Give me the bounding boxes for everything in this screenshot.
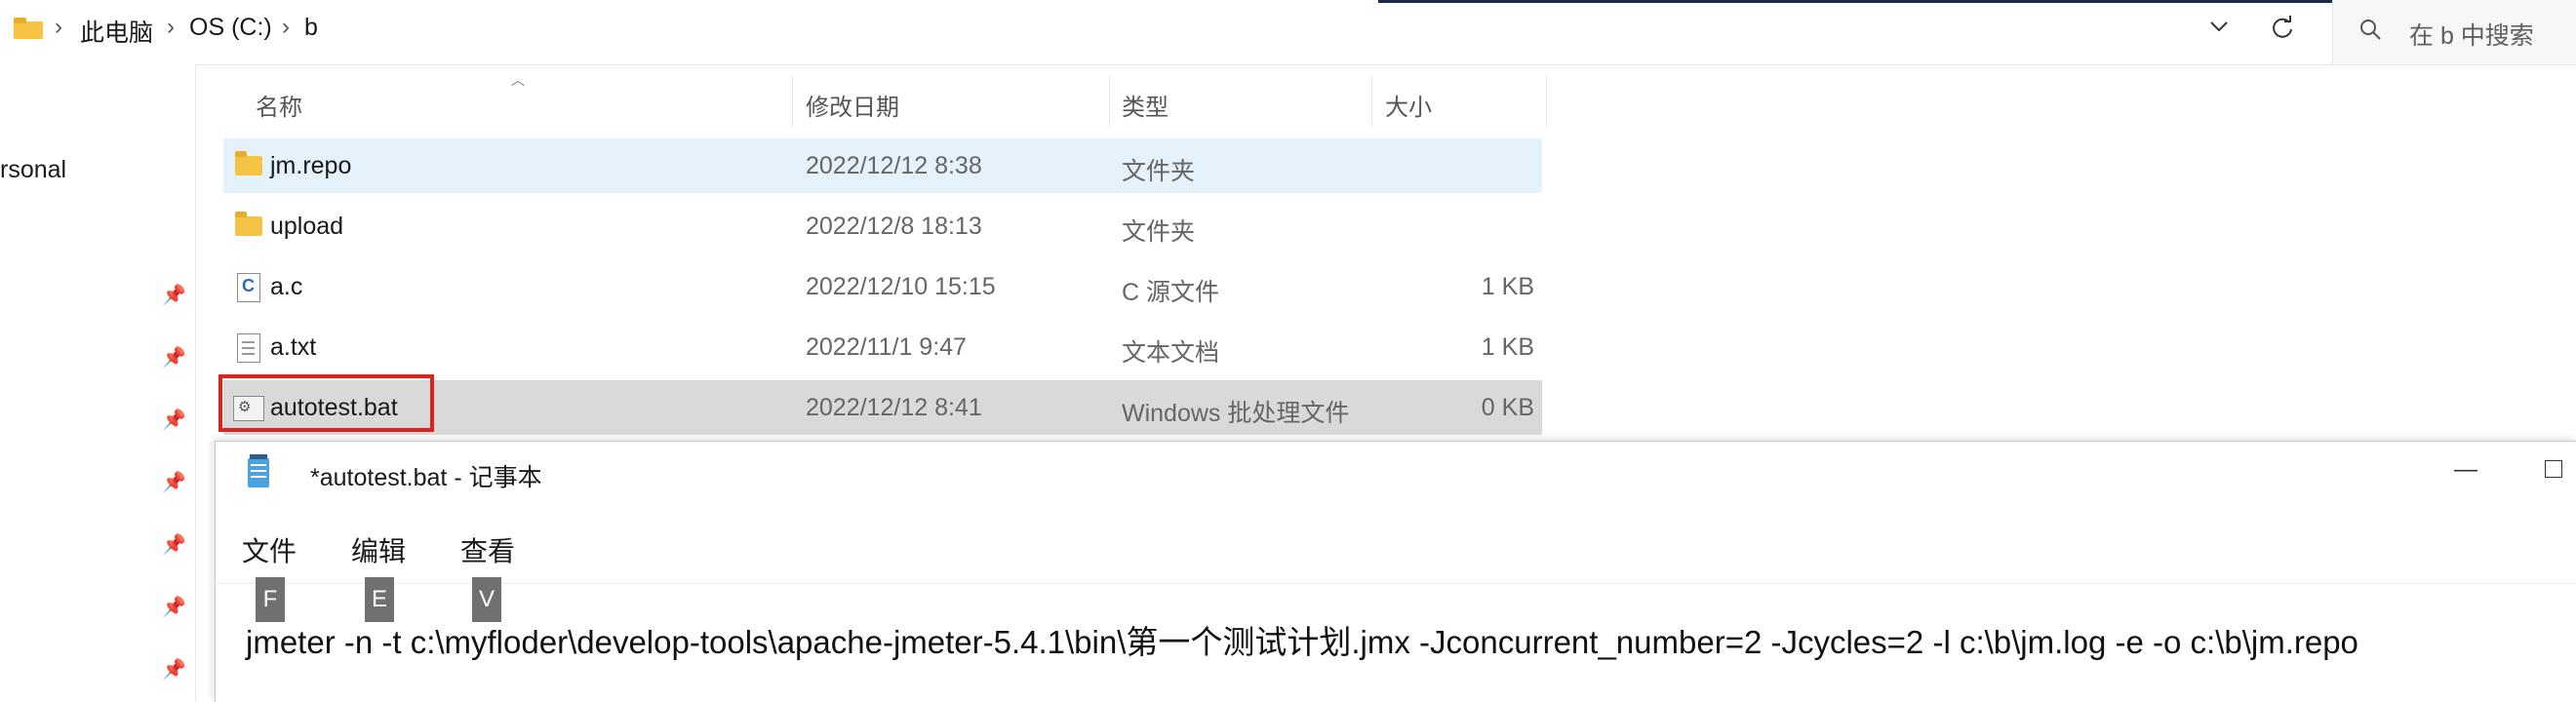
chevron-right-icon: › — [167, 14, 175, 40]
pin-icon[interactable]: 📌 — [162, 595, 186, 619]
file-name: a.c — [270, 273, 303, 300]
column-header-date[interactable]: 修改日期 — [806, 88, 899, 122]
search-icon — [2358, 18, 2384, 43]
column-divider[interactable] — [792, 76, 793, 127]
file-date: 2022/11/1 9:47 — [806, 333, 967, 361]
breadcrumb-this-pc[interactable]: 此电脑 — [80, 14, 153, 49]
file-type: 文本文档 — [1122, 339, 1220, 367]
column-divider[interactable] — [1546, 76, 1547, 127]
file-size: 1 KB — [1481, 333, 1534, 361]
column-header-type[interactable]: 类型 — [1122, 88, 1169, 122]
menu-view[interactable]: 查看 — [460, 530, 515, 569]
notepad-icon — [246, 454, 271, 489]
file-date: 2022/12/10 15:15 — [806, 273, 996, 300]
breadcrumb-drive[interactable]: OS (C:) — [189, 14, 272, 42]
menu-file[interactable]: 文件 — [242, 530, 297, 569]
pin-icon[interactable]: 📌 — [162, 470, 186, 494]
menu-edit[interactable]: 编辑 — [351, 530, 406, 569]
pin-icon[interactable]: 📌 — [162, 283, 186, 307]
column-header-size[interactable]: 大小 — [1385, 88, 1432, 122]
window-title: *autotest.bat - 记事本 — [310, 464, 542, 491]
chevron-down-icon[interactable] — [2204, 12, 2234, 41]
folder-icon — [14, 18, 43, 39]
file-row[interactable]: a.txt 2022/11/1 9:47 文本文档 1 KB — [223, 320, 1542, 374]
file-size: 0 KB — [1481, 394, 1534, 421]
refresh-icon[interactable] — [2268, 14, 2297, 43]
file-row[interactable]: jm.repo 2022/12/12 8:38 文件夹 — [223, 138, 1542, 193]
file-row[interactable]: C a.c 2022/12/10 15:15 C 源文件 1 KB — [223, 259, 1542, 314]
file-type: C 源文件 — [1122, 279, 1220, 306]
address-bar — [0, 0, 2576, 65]
chevron-right-icon: › — [55, 14, 62, 40]
file-size: 1 KB — [1481, 273, 1534, 300]
pin-icon[interactable]: 📌 — [162, 657, 186, 682]
file-type: 文件夹 — [1122, 158, 1196, 185]
file-row[interactable]: upload 2022/12/8 18:13 文件夹 — [223, 199, 1542, 254]
sidebar-item-personal[interactable]: rsonal — [0, 156, 66, 184]
folder-icon — [235, 151, 262, 176]
file-name: a.txt — [270, 333, 317, 361]
minimize-button[interactable]: — — [2454, 456, 2477, 484]
file-name: jm.repo — [270, 152, 352, 179]
text-file-icon — [237, 333, 260, 363]
editor-separator — [215, 583, 2576, 584]
file-name: upload — [270, 213, 344, 240]
chevron-right-icon: › — [282, 14, 290, 40]
column-header-name[interactable]: 名称 — [256, 88, 302, 122]
pin-icon[interactable]: 📌 — [162, 408, 186, 432]
sort-ascending-icon: ︿ — [511, 72, 525, 88]
file-date: 2022/12/12 8:41 — [806, 394, 982, 421]
pin-icon[interactable]: 📌 — [162, 345, 186, 370]
search-input[interactable]: 在 b 中搜索 — [2409, 17, 2534, 52]
pin-icon[interactable]: 📌 — [162, 532, 186, 557]
file-date: 2022/12/12 8:38 — [806, 152, 982, 179]
maximize-button[interactable] — [2545, 460, 2562, 478]
breadcrumb-folder-b[interactable]: b — [304, 14, 318, 42]
file-type: 文件夹 — [1122, 218, 1196, 246]
file-type: Windows 批处理文件 — [1122, 400, 1350, 427]
highlight-box — [218, 374, 434, 432]
file-date: 2022/12/8 18:13 — [806, 213, 982, 240]
column-divider[interactable] — [1109, 76, 1110, 127]
column-divider[interactable] — [1371, 76, 1372, 127]
folder-icon — [235, 212, 262, 236]
c-file-icon: C — [237, 273, 260, 302]
editor-text[interactable]: jmeter -n -t c:\myfloder\develop-tools\a… — [246, 616, 2358, 663]
